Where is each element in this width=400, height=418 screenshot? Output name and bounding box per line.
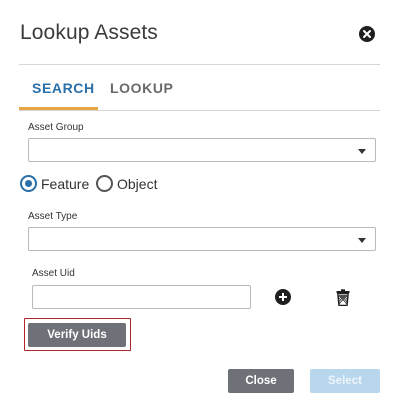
asset-uid-input[interactable]: [32, 285, 251, 309]
object-radio-label[interactable]: Object: [117, 176, 157, 192]
lookup-assets-dialog: Lookup Assets SEARCH LOOKUP Asset Group …: [0, 0, 400, 418]
dialog-title: Lookup Assets: [20, 21, 158, 44]
asset-type-label: Asset Type: [28, 211, 78, 222]
asset-uid-label: Asset Uid: [32, 268, 75, 279]
select-button[interactable]: Select: [310, 369, 380, 393]
plus-circle-icon[interactable]: [275, 289, 291, 305]
feature-radio[interactable]: [20, 175, 37, 192]
close-icon[interactable]: [358, 25, 376, 43]
asset-type-select[interactable]: [28, 227, 376, 251]
tab-search[interactable]: SEARCH: [32, 80, 95, 96]
tab-lookup[interactable]: LOOKUP: [110, 80, 174, 96]
tab-divider: [19, 110, 380, 111]
trash-icon[interactable]: [336, 289, 350, 307]
object-radio[interactable]: [96, 175, 113, 192]
verify-uids-button[interactable]: Verify Uids: [28, 323, 126, 347]
asset-group-label: Asset Group: [28, 122, 84, 133]
close-button[interactable]: Close: [228, 369, 294, 393]
asset-group-select[interactable]: [28, 138, 376, 162]
chevron-down-icon: [358, 149, 366, 154]
header-divider: [19, 64, 380, 65]
chevron-down-icon: [358, 238, 366, 243]
feature-radio-label[interactable]: Feature: [41, 176, 89, 192]
